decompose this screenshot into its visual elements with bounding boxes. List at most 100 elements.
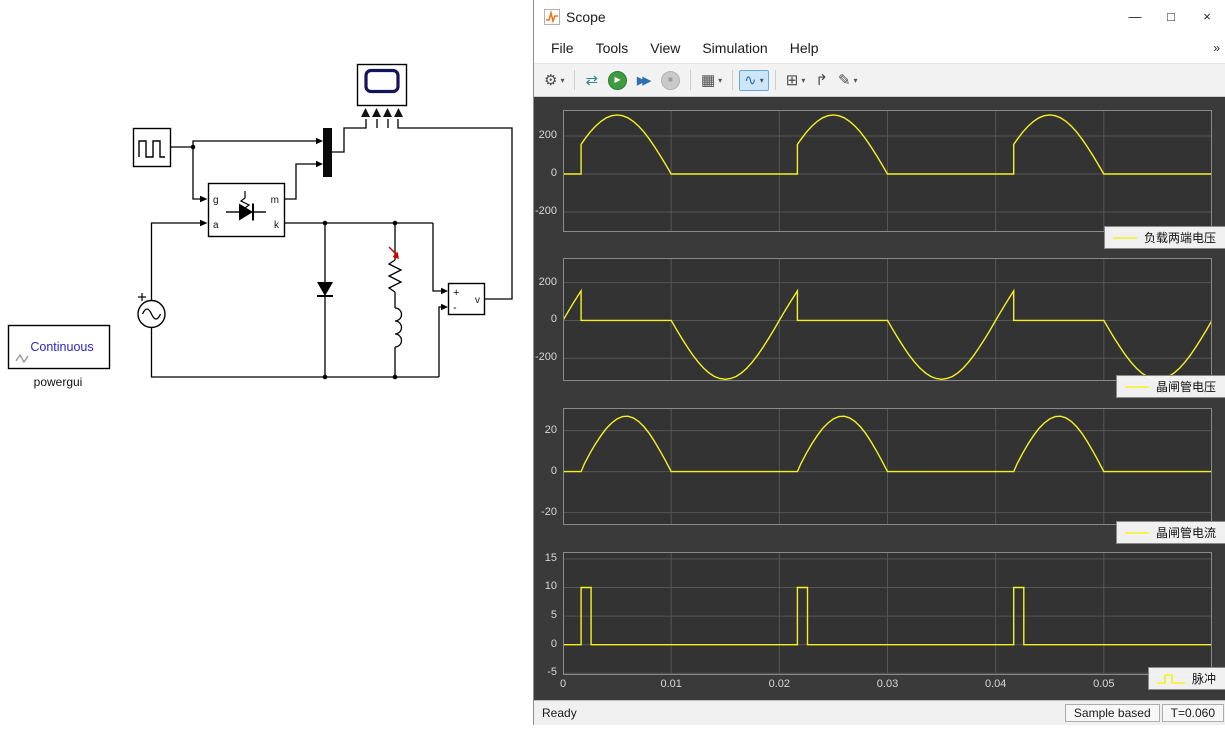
gear-glyph: ⚙ [544, 71, 558, 89]
scope-block[interactable] [356, 63, 408, 118]
legend-text: 晶闸管电压 [1155, 380, 1216, 394]
vm-plus-label: + [453, 287, 459, 299]
voltage-measurement-block[interactable]: + - v [447, 282, 486, 316]
port-label-a: a [213, 220, 219, 231]
pencil-icon: ✎ [837, 71, 851, 89]
y-tick-label: -20 [541, 505, 557, 518]
simulink-model-canvas[interactable]: g m a k + - v Continuous powergui [0, 0, 533, 725]
status-ready-text: Ready [542, 706, 577, 720]
legend-line-sample [1112, 236, 1137, 239]
y-tick-label: 5 [550, 609, 557, 622]
chevron-down-icon: ▾ [853, 75, 858, 85]
y-tick-label: 20 [544, 423, 557, 436]
diode-block[interactable] [317, 282, 333, 297]
arrow-up-icon: ↱ [815, 71, 828, 89]
vm-output-label: v [475, 295, 480, 306]
port-label-g: g [213, 195, 219, 206]
menu-view[interactable]: View [639, 36, 691, 60]
scope-figure-area: 200 0 -200 200 0 -200 20 0 -20 15 10 5 0 -5 0 0.01 0… [534, 97, 1225, 700]
legend-load-voltage[interactable]: 负载两端电压 [1103, 226, 1225, 249]
status-sim-time: T=0.060 [1161, 704, 1224, 722]
legend-thyristor-current[interactable]: 晶闸管电流 [1115, 521, 1225, 544]
legend-text: 脉冲 [1191, 672, 1216, 686]
y-tick-label: 10 [544, 580, 557, 593]
y-tick-label: 15 [544, 551, 557, 564]
stop-icon: ■ [660, 70, 680, 90]
toolbar-separator [774, 70, 776, 90]
chevron-down-icon: ▾ [759, 75, 764, 85]
step-forward-icon: ▶▶ [637, 74, 651, 87]
highlight-simulink-block-icon[interactable]: ⇄ [581, 71, 602, 90]
bring-forward-icon[interactable]: ↱ [811, 71, 832, 90]
y-tick-label: -200 [534, 351, 557, 364]
plot-canvas[interactable] [563, 408, 1212, 525]
pan-icon: ⊞ [785, 71, 799, 89]
scope-plot-pulse[interactable]: 15 10 5 0 -5 [545, 552, 1212, 678]
pulse-generator-block[interactable] [132, 127, 172, 168]
plot-canvas[interactable] [563, 552, 1212, 675]
model-diagram: g m a k + - v Continuous powergui [7, 63, 513, 390]
x-tick-label: 0.02 [768, 678, 791, 690]
scope-app-icon [544, 8, 560, 25]
legend-pulse-sample [1156, 673, 1185, 684]
vm-minus-label: - [453, 302, 457, 314]
scope-plot-load-voltage[interactable]: 200 0 -200 [535, 110, 1212, 232]
trigger-icon[interactable]: ∿ ▾ [739, 69, 769, 91]
y-tick-label: 0 [550, 637, 557, 650]
y-tick-label: -200 [534, 205, 557, 218]
y-tick-label: 0 [550, 167, 557, 180]
scope-window: Scope — □ × File Tools View Simulation H… [533, 0, 1225, 725]
port-label-m: m [271, 195, 279, 206]
y-tick-label: 0 [550, 313, 557, 326]
powergui-label: powergui [34, 375, 83, 389]
minimize-button[interactable]: — [1117, 0, 1153, 33]
status-sample-mode: Sample based [1064, 704, 1160, 722]
settings-gear-icon[interactable]: ⚙ ▾ [540, 71, 568, 90]
x-tick-label: 0.03 [876, 678, 899, 690]
menu-help[interactable]: Help [779, 36, 830, 60]
toolbar-separator [689, 70, 691, 90]
x-tick-label: 0.04 [984, 678, 1007, 690]
close-button[interactable]: × [1189, 0, 1225, 33]
highlight-glyph: ⇄ [585, 71, 599, 89]
layout-grid-icon: ▦ [700, 71, 716, 89]
scope-toolbar: ⚙ ▾ ⇄ ▶ ▶▶ ■ ▦ ▾ ∿ ▾ ⊞ ▾ ↱ ✎ ▾ [534, 63, 1225, 97]
menu-tools[interactable]: Tools [585, 36, 640, 60]
legend-line-sample [1124, 385, 1149, 388]
legend-line-sample [1124, 531, 1149, 534]
menubar-overflow-icon[interactable]: » [1213, 41, 1225, 55]
y-tick-label: 200 [538, 129, 557, 142]
thyristor-block[interactable]: g m a k [207, 182, 286, 238]
scope-titlebar[interactable]: Scope — □ × [534, 0, 1225, 33]
scope-menubar: File Tools View Simulation Help » [534, 33, 1225, 63]
stop-button[interactable]: ■ [657, 69, 684, 92]
menu-simulation[interactable]: Simulation [691, 36, 778, 60]
mux-block[interactable] [323, 128, 332, 177]
menu-file[interactable]: File [540, 36, 585, 60]
zoom-pan-icon[interactable]: ⊞ ▾ [782, 71, 810, 90]
x-tick-label: 0.01 [660, 678, 682, 690]
plot-canvas[interactable] [562, 258, 1213, 381]
y-tick-label: 200 [538, 275, 557, 288]
measurements-icon[interactable]: ✎ ▾ [834, 71, 862, 90]
y-tick-label: 0 [550, 464, 557, 477]
layouts-icon[interactable]: ▦ ▾ [697, 71, 726, 90]
step-forward-button[interactable]: ▶▶ [633, 72, 655, 89]
scope-statusbar: Ready Sample based T=0.060 [534, 700, 1225, 725]
legend-thyristor-voltage[interactable]: 晶闸管电压 [1115, 375, 1225, 398]
legend-text: 晶闸管电流 [1155, 526, 1216, 540]
scope-plot-thyristor-current[interactable]: 20 0 -20 [541, 408, 1212, 525]
trigger-wave-icon: ∿ [744, 71, 757, 89]
run-button[interactable]: ▶ [604, 69, 631, 92]
plot-canvas[interactable] [563, 110, 1212, 232]
legend-pulse[interactable]: 脉冲 [1147, 667, 1225, 690]
x-tick-label: 0.05 [1093, 678, 1115, 690]
powergui-block[interactable]: Continuous powergui [7, 324, 111, 390]
toolbar-separator [732, 70, 734, 90]
play-icon: ▶ [608, 70, 628, 90]
x-tick-label: 0 [559, 678, 567, 690]
powergui-mode-text: Continuous [30, 340, 93, 354]
legend-text: 负载两端电压 [1143, 231, 1216, 245]
scope-plot-thyristor-voltage[interactable]: 200 0 -200 [535, 258, 1213, 381]
maximize-button[interactable]: □ [1153, 0, 1189, 33]
